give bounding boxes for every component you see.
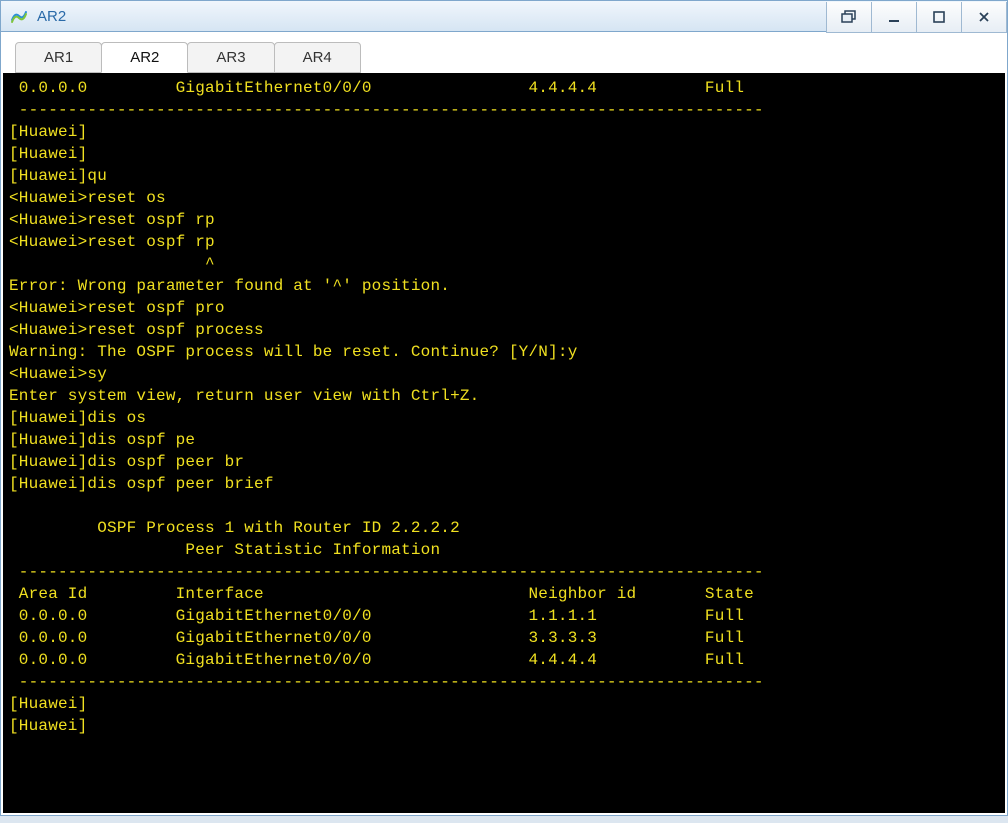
tab-ar3[interactable]: AR3 bbox=[187, 42, 274, 73]
minimize-button[interactable] bbox=[871, 2, 917, 33]
terminal-area: 0.0.0.0 GigabitEthernet0/0/0 4.4.4.4 Ful… bbox=[0, 73, 1008, 816]
close-button[interactable] bbox=[961, 2, 1007, 33]
restore-icon bbox=[841, 10, 857, 24]
title-bar: AR2 bbox=[0, 0, 1008, 32]
app-icon bbox=[7, 4, 31, 28]
tab-ar4[interactable]: AR4 bbox=[274, 42, 361, 73]
restore-window-button[interactable] bbox=[826, 2, 872, 33]
window-controls bbox=[826, 1, 1007, 31]
tab-ar2[interactable]: AR2 bbox=[101, 42, 188, 73]
tabs-row: AR1AR2AR3AR4 bbox=[0, 32, 1008, 73]
tab-ar1[interactable]: AR1 bbox=[15, 42, 102, 73]
maximize-button[interactable] bbox=[916, 2, 962, 33]
window-title: AR2 bbox=[37, 8, 826, 25]
terminal-output[interactable]: 0.0.0.0 GigabitEthernet0/0/0 4.4.4.4 Ful… bbox=[3, 73, 1005, 813]
maximize-icon bbox=[932, 10, 946, 24]
close-icon bbox=[977, 10, 991, 24]
minimize-icon bbox=[887, 10, 901, 24]
